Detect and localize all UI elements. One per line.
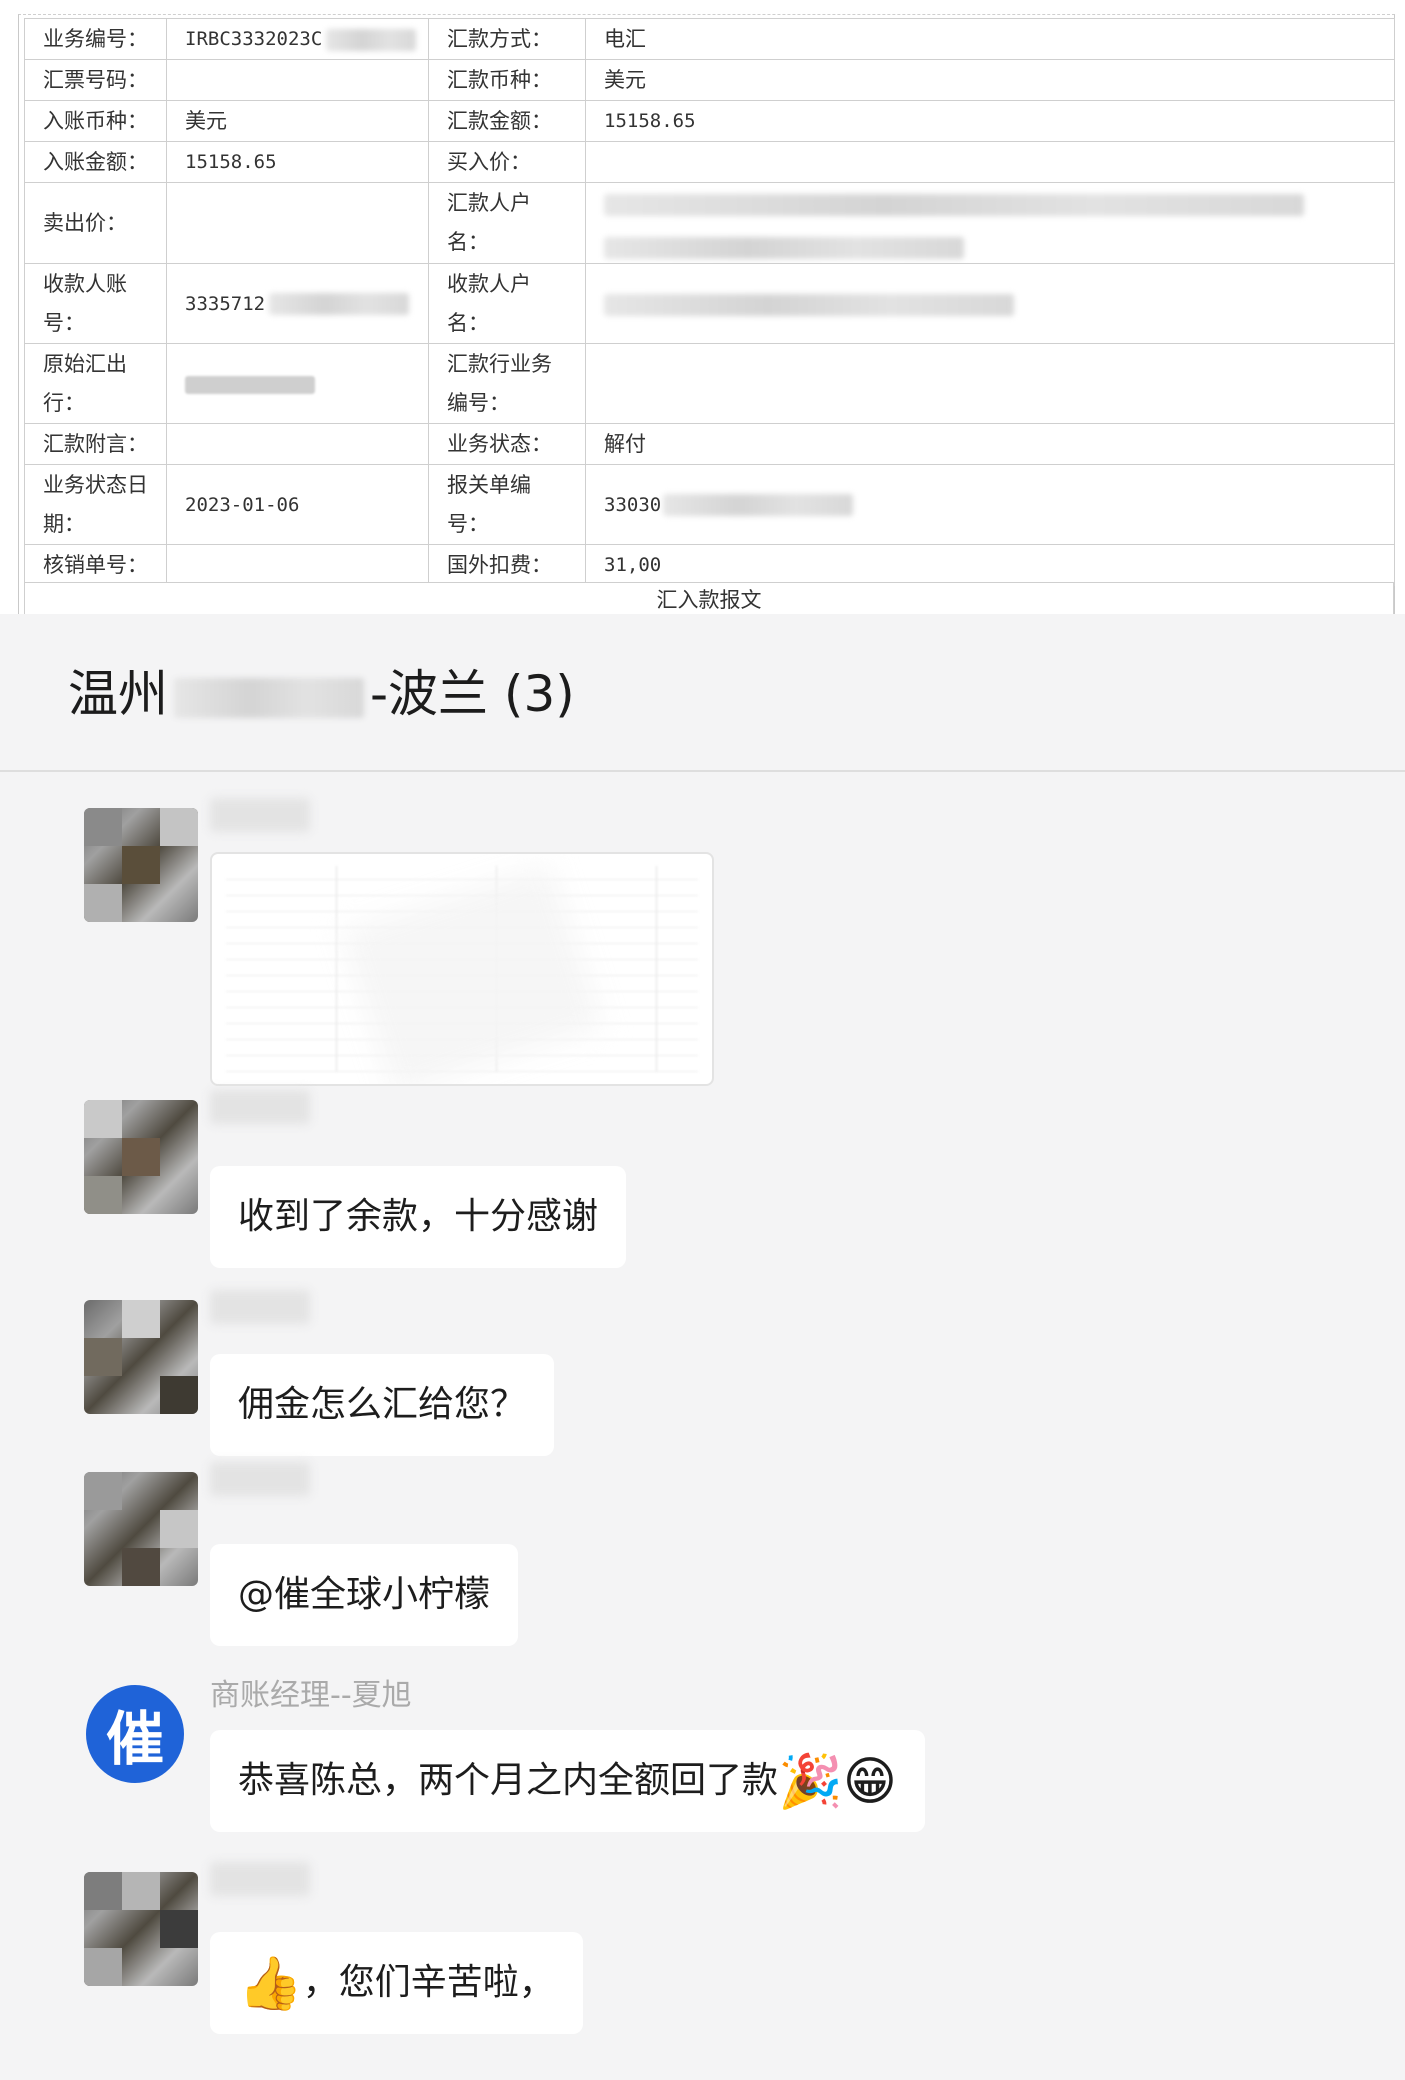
field-label: 业务状态日期： (24, 464, 167, 545)
field-value: IRBC3332023C (166, 18, 429, 60)
field-label: 汇款金额： (428, 100, 586, 142)
redacted-value (585, 182, 1395, 264)
avatar[interactable] (84, 1472, 198, 1586)
message-text: ，您们辛苦啦， (302, 1962, 555, 2003)
chat-title-suffix: -波兰 (3) (370, 665, 575, 723)
field-value: 31,00 (585, 544, 1395, 586)
party-popper-icon: 🎉 (778, 1752, 843, 1812)
chat-title-prefix: 温州 (68, 665, 168, 723)
table-row: 业务状态日期： 2023-01-06 报关单编号： 33030 (24, 464, 1395, 545)
field-value (166, 182, 429, 264)
field-value: 3335712 (166, 263, 429, 344)
message-bubble[interactable]: 佣金怎么汇给您？ (210, 1354, 555, 1456)
avatar[interactable] (84, 1100, 198, 1214)
field-value: 15158.65 (585, 100, 1395, 142)
message-text: 恭喜陈总，两个月之内全额回了款 (238, 1760, 779, 1801)
avatar[interactable] (84, 808, 198, 922)
sender-name-redacted (210, 798, 310, 832)
field-value: 15158.65 (166, 141, 429, 183)
remittance-record-table: 业务编号： IRBC3332023C 汇款方式： 电汇 汇票号码： 汇款币种： … (24, 18, 1395, 586)
field-label: 汇款附言： (24, 423, 167, 465)
chat-header: 温州 -波兰 (3) (0, 614, 1405, 772)
sender-name-redacted (210, 1090, 310, 1124)
redacted-name (174, 677, 364, 718)
field-label: 入账金额： (24, 141, 167, 183)
chat-title: 温州 -波兰 (3) (68, 654, 575, 726)
avatar-char: 催 (105, 1705, 164, 1773)
sender-name-redacted (210, 1862, 310, 1896)
message-bubble[interactable]: 恭喜陈总，两个月之内全额回了款🎉😁 (210, 1730, 925, 1832)
field-label: 原始汇出行： (24, 343, 167, 424)
table-row: 收款人账号： 3335712 收款人户名： (24, 263, 1395, 344)
field-label: 国外扣费： (428, 544, 586, 586)
field-label: 汇款人户名： (428, 182, 586, 264)
field-label: 汇款方式： (428, 18, 586, 60)
field-value: 电汇 (585, 18, 1395, 60)
field-value (585, 343, 1395, 424)
avatar[interactable] (84, 1300, 198, 1414)
field-value (166, 544, 429, 586)
table-row: 卖出价： 汇款人户名： (24, 182, 1395, 264)
field-value (585, 141, 1395, 183)
table-row: 原始汇出行： 汇款行业务编号： (24, 343, 1395, 424)
avatar[interactable] (84, 1872, 198, 1986)
message-bubble[interactable]: @催全球小柠檬 (210, 1544, 519, 1646)
field-label: 汇款币种： (428, 59, 586, 101)
redacted-value (166, 343, 429, 424)
field-label: 汇款行业务编号： (428, 343, 586, 424)
field-label: 买入价： (428, 141, 586, 183)
mention-text: @催全球小柠檬 (238, 1574, 491, 1615)
table-row: 入账金额： 15158.65 买入价： (24, 141, 1395, 183)
table-row: 汇款附言： 业务状态： 解付 (24, 423, 1395, 465)
field-label: 报关单编号： (428, 464, 586, 545)
table-row: 汇票号码： 汇款币种： 美元 (24, 59, 1395, 101)
message-text: 佣金怎么汇给您？ (238, 1384, 527, 1425)
field-label: 入账币种： (24, 100, 167, 142)
shared-screenshot-image[interactable] (210, 852, 714, 1086)
sender-name-redacted (210, 1290, 310, 1324)
sender-name: 商账经理--夏旭 (210, 1678, 412, 1713)
field-label: 收款人账号： (24, 263, 167, 344)
field-value: 美元 (585, 59, 1395, 101)
field-value: 解付 (585, 423, 1395, 465)
report-tab[interactable]: 汇入款报文 (24, 582, 1394, 614)
field-value (166, 423, 429, 465)
field-label: 收款人户名： (428, 263, 586, 344)
field-value: 33030 (585, 464, 1395, 545)
field-label: 业务状态： (428, 423, 586, 465)
field-value (166, 59, 429, 101)
manager-avatar[interactable]: 催 (86, 1685, 184, 1783)
field-label: 卖出价： (24, 182, 167, 264)
message-bubble[interactable]: 👍，您们辛苦啦， (210, 1932, 583, 2034)
remittance-record-panel: 业务编号： IRBC3332023C 汇款方式： 电汇 汇票号码： 汇款币种： … (0, 0, 1405, 614)
table-row: 入账币种： 美元 汇款金额： 15158.65 (24, 100, 1395, 142)
thumbs-up-icon: 👍 (238, 1954, 303, 2014)
sender-name-redacted (210, 1462, 310, 1496)
message-bubble[interactable]: 收到了余款，十分感谢 (210, 1166, 627, 1268)
grinning-face-icon: 😁 (842, 1752, 897, 1812)
table-row: 核销单号： 国外扣费： 31,00 (24, 544, 1395, 586)
field-label: 汇票号码： (24, 59, 167, 101)
field-label: 核销单号： (24, 544, 167, 586)
field-value: 美元 (166, 100, 429, 142)
field-label: 业务编号： (24, 18, 167, 60)
redacted-value (585, 263, 1395, 344)
field-value: 2023-01-06 (166, 464, 429, 545)
message-text: 收到了余款，十分感谢 (238, 1196, 599, 1237)
table-row: 业务编号： IRBC3332023C 汇款方式： 电汇 (24, 18, 1395, 60)
